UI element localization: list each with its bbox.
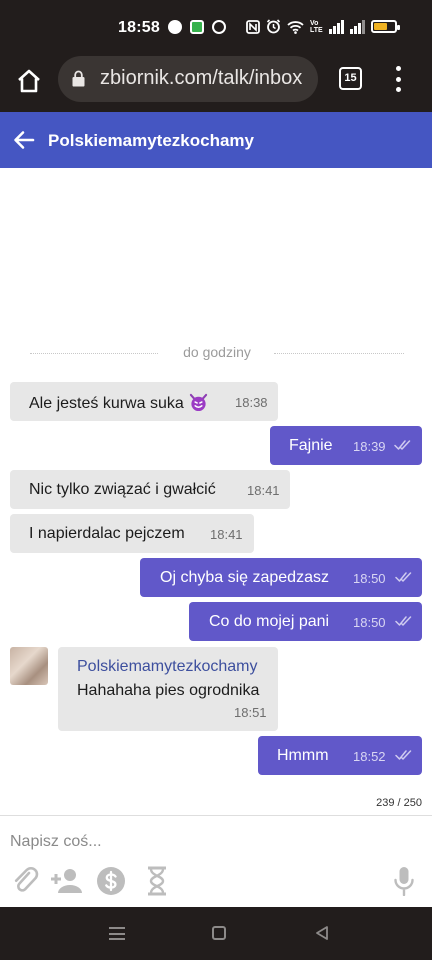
- wifi-icon: [287, 20, 304, 34]
- add-contact-icon[interactable]: [49, 866, 85, 896]
- status-time: 18:58: [118, 19, 160, 36]
- message-text-wrap: Ale jesteś kurwa suka: [29, 393, 208, 413]
- message-text: Fajnie: [289, 437, 333, 454]
- character-counter: 239 / 250: [376, 797, 422, 809]
- status-bar: 18:58 Vo LTE: [0, 0, 432, 56]
- alarm-icon: [266, 19, 281, 34]
- message-incoming[interactable]: Ale jesteś kurwa suka 18:38: [10, 382, 278, 421]
- message-incoming[interactable]: Nic tylko związać i gwałcić 18:41: [10, 470, 290, 509]
- message-text: Oj chyba się zapedzasz: [160, 569, 329, 586]
- message-time: 18:51: [234, 705, 267, 720]
- system-navigation-bar: [0, 907, 432, 960]
- message-outgoing[interactable]: Fajnie 18:39: [270, 426, 422, 465]
- home-icon[interactable]: [16, 68, 42, 94]
- message-text: Hahahaha pies ogrodnika: [77, 682, 260, 699]
- message-sender-name[interactable]: Polskiemamytezkochamy: [77, 658, 258, 676]
- message-input[interactable]: Napisz coś...: [10, 833, 102, 851]
- double-check-icon: [395, 750, 412, 760]
- double-check-icon: [395, 572, 412, 582]
- system-home-icon[interactable]: [212, 926, 226, 940]
- recent-apps-icon[interactable]: [109, 927, 125, 940]
- volte-icon: Vo LTE: [310, 19, 323, 34]
- signal-strength-icon-2: [349, 19, 365, 34]
- message-time: 18:50: [353, 615, 386, 630]
- system-status-icons: Vo LTE: [246, 19, 400, 34]
- message-outgoing[interactable]: Co do mojej pani 18:50: [189, 602, 422, 641]
- message-text: Nic tylko związać i gwałcić: [29, 481, 216, 498]
- message-text: Hmmm: [277, 747, 329, 764]
- message-outgoing[interactable]: Hmmm 18:52: [258, 736, 422, 775]
- back-arrow-icon[interactable]: [12, 128, 36, 152]
- message-time: 18:41: [210, 527, 243, 542]
- tab-switcher-icon[interactable]: 15: [339, 67, 362, 90]
- url-bar[interactable]: zbiornik.com/talk/inbox: [58, 56, 318, 102]
- app-notification-icon: [190, 20, 204, 34]
- message-text: Co do mojej pani: [209, 613, 330, 630]
- compose-area: Napisz coś...: [0, 815, 432, 907]
- double-check-icon: [395, 616, 412, 626]
- lock-icon: [72, 70, 85, 87]
- time-separator: do godziny: [30, 344, 404, 362]
- message-incoming[interactable]: I napierdalac pejczem 18:41: [10, 514, 254, 553]
- message-time: 18:50: [353, 571, 386, 586]
- notification-icons: [168, 20, 226, 34]
- smiling-devil-emoji-icon: [189, 393, 207, 412]
- nfc-icon: [246, 19, 260, 34]
- message-text: I napierdalac pejczem: [29, 525, 185, 542]
- dollar-coin-icon[interactable]: [96, 866, 126, 896]
- chrome-icon: [212, 20, 226, 34]
- message-time: 18:41: [247, 483, 280, 498]
- message-time: 18:39: [353, 439, 386, 454]
- hourglass-icon[interactable]: [145, 866, 169, 896]
- chat-header: Polskiemamytezkochamy: [0, 112, 432, 168]
- chat-title: Polskiemamytezkochamy: [48, 131, 254, 150]
- separator-line-right: [274, 353, 404, 354]
- messenger-icon: [168, 20, 182, 34]
- browser-toolbar: zbiornik.com/talk/inbox 15: [0, 56, 432, 112]
- attachment-icon[interactable]: [12, 866, 40, 896]
- microphone-icon[interactable]: [393, 866, 415, 896]
- message-incoming-with-sender[interactable]: Polskiemamytezkochamy Hahahaha pies ogro…: [58, 647, 278, 731]
- double-check-icon: [394, 440, 411, 450]
- separator-label: do godziny: [183, 344, 251, 360]
- url-text: zbiornik.com/talk/inbox: [100, 67, 303, 89]
- message-time: 18:52: [353, 749, 386, 764]
- message-time: 18:38: [235, 395, 268, 410]
- battery-icon: [370, 20, 400, 33]
- message-outgoing[interactable]: Oj chyba się zapedzasz 18:50: [140, 558, 422, 597]
- system-back-icon[interactable]: [314, 925, 330, 941]
- browser-menu-icon[interactable]: [394, 66, 402, 92]
- message-text: Ale jesteś kurwa suka: [29, 395, 184, 412]
- sender-avatar[interactable]: [10, 647, 48, 685]
- signal-strength-icon: [328, 19, 344, 34]
